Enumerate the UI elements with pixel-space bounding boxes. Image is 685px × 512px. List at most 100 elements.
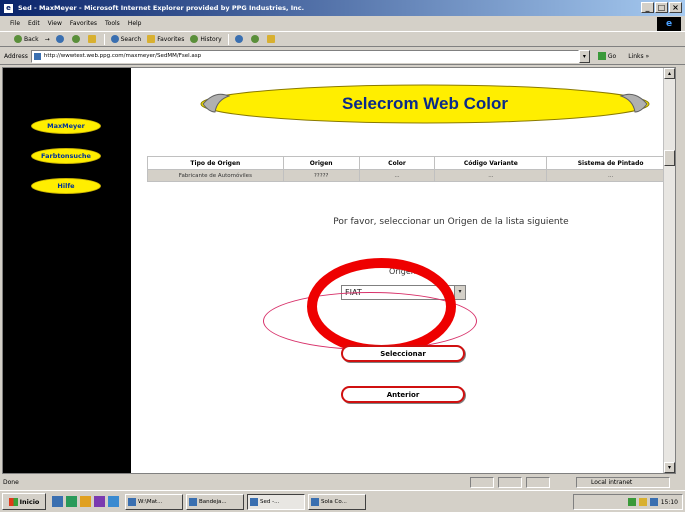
refresh-icon [71, 35, 80, 43]
address-url: http://wwwtest.web.ppg.com/maxmeyer/SedM… [43, 53, 202, 59]
stop-icon [55, 35, 64, 43]
toolbar-separator [227, 33, 229, 45]
browser-toolbar: Back → Search Favorites History [0, 31, 685, 47]
status-segment [498, 477, 522, 488]
links-button[interactable]: Links » [628, 53, 649, 60]
home-button[interactable] [87, 35, 98, 43]
ie-app-icon: e [3, 2, 14, 14]
menu-favorites[interactable]: Favorites [70, 20, 97, 27]
go-arrow-icon [597, 52, 606, 60]
cell-sistema-de-pintado: ... [546, 169, 675, 182]
window-titlebar: e Sed - MaxMeyer - Microsoft Internet Ex… [0, 0, 685, 16]
start-button[interactable]: Inicio [2, 493, 46, 510]
menu-edit[interactable]: Edit [28, 20, 40, 27]
cell-tipo-de-origen: Fabricante de Automóviles [147, 169, 284, 182]
header-sistema-de-pintado: Sistema de Pintado [546, 156, 675, 170]
left-navigation: MaxMeyer Farbtonsuche Hilfe [3, 68, 131, 473]
banner-title: Selecrom Web Color [342, 94, 508, 113]
quick-launch-desktop-icon[interactable] [66, 496, 77, 507]
back-button[interactable]: Back [14, 35, 39, 43]
search-icon [110, 35, 119, 43]
history-icon [190, 35, 199, 43]
header-origen: Origen [282, 156, 360, 170]
scroll-up-icon[interactable]: ▴ [664, 68, 675, 79]
taskbar-task-active[interactable]: Sed -... [247, 493, 305, 510]
menu-help[interactable]: Help [128, 20, 142, 27]
edit-button[interactable] [266, 35, 277, 43]
seleccionar-button[interactable]: Seleccionar [341, 345, 465, 362]
quick-launch-ie-icon[interactable] [52, 496, 63, 507]
page-icon [33, 52, 41, 60]
banner: Selecrom Web Color [195, 82, 655, 126]
back-arrow-icon [14, 35, 22, 43]
cell-codigo-variante: ... [434, 169, 548, 182]
quick-launch-app-icon[interactable] [94, 496, 105, 507]
menu-file[interactable]: File [10, 20, 20, 27]
address-input[interactable]: http://wwwtest.web.ppg.com/maxmeyer/SedM… [30, 49, 579, 63]
minimize-button[interactable]: _ [641, 2, 654, 13]
print-button[interactable] [250, 35, 261, 43]
header-tipo-de-origen: Tipo de Origen [147, 156, 284, 170]
security-zone: Local intranet [576, 477, 670, 488]
favorites-button[interactable]: Favorites [147, 35, 184, 43]
header-codigo-variante: Código Variante [434, 156, 548, 170]
refresh-button[interactable] [71, 35, 82, 43]
quick-launch-folder-icon[interactable] [80, 496, 91, 507]
cell-color: ... [358, 169, 436, 182]
quick-launch-app-icon[interactable] [108, 496, 119, 507]
header-color: Color [358, 156, 436, 170]
edit-icon [266, 35, 275, 43]
stop-button[interactable] [55, 35, 66, 43]
menu-tools[interactable]: Tools [105, 20, 120, 27]
scroll-down-icon[interactable]: ▾ [664, 462, 675, 473]
task-icon [250, 497, 258, 506]
forward-button[interactable]: → [45, 36, 50, 43]
close-button[interactable]: × [669, 2, 682, 13]
nav-farbtonsuche-button[interactable]: Farbtonsuche [31, 148, 101, 164]
go-button[interactable]: Go [597, 52, 616, 60]
print-icon [250, 35, 259, 43]
menu-view[interactable]: View [48, 20, 62, 27]
status-bar: Done Local intranet [0, 476, 685, 489]
mail-button[interactable] [234, 35, 245, 43]
address-dropdown-button[interactable]: ▾ [578, 49, 590, 63]
content-area: Selecrom Web Color Tipo de Origen Origen… [131, 68, 675, 473]
nav-maxmeyer-button[interactable]: MaxMeyer [31, 118, 101, 134]
chevron-down-icon[interactable]: ▾ [454, 286, 465, 299]
cell-origen: ????? [282, 169, 360, 182]
quick-launch [52, 496, 119, 507]
anterior-button[interactable]: Anterior [341, 386, 465, 403]
tray-icon[interactable] [649, 498, 658, 506]
tray-icon[interactable] [627, 498, 636, 506]
task-icon [128, 497, 136, 506]
scrollbar-thumb[interactable] [664, 150, 675, 166]
address-bar: Address http://wwwtest.web.ppg.com/maxme… [0, 48, 685, 65]
vertical-scrollbar[interactable]: ▴ ▾ [663, 68, 675, 473]
status-segment [470, 477, 494, 488]
menu-bar: File Edit View Favorites Tools Help [0, 16, 685, 30]
nav-hilfe-button[interactable]: Hilfe [31, 178, 101, 194]
annotation-red-circle [307, 258, 456, 355]
clock: 15:10 [660, 498, 678, 506]
tray-icon[interactable] [638, 498, 647, 506]
window-title: Sed - MaxMeyer - Microsoft Internet Expl… [18, 4, 305, 12]
task-icon [189, 497, 197, 506]
search-button[interactable]: Search [110, 35, 141, 43]
taskbar: Inicio W:\Mat... Bandeja... Sed -... Sol… [0, 490, 685, 512]
instruction-text: Por favor, seleccionar un Origen de la l… [333, 217, 569, 227]
taskbar-task[interactable]: Bandeja... [186, 493, 244, 510]
task-icon [311, 497, 319, 506]
taskbar-task[interactable]: Sola Co... [308, 493, 366, 510]
taskbar-task[interactable]: W:\Mat... [125, 493, 183, 510]
windows-flag-icon [8, 497, 18, 506]
status-segment [526, 477, 550, 488]
address-label: Address [4, 52, 28, 60]
ie-throbber-icon: e [657, 17, 681, 31]
favorites-icon [147, 35, 156, 43]
table-header-row: Tipo de Origen Origen Color Código Varia… [147, 156, 675, 170]
history-button[interactable]: History [190, 35, 222, 43]
maximize-button[interactable]: □ [655, 2, 668, 13]
mail-icon [234, 35, 243, 43]
origin-summary-table: Tipo de Origen Origen Color Código Varia… [147, 156, 675, 182]
start-label: Inicio [19, 497, 40, 506]
